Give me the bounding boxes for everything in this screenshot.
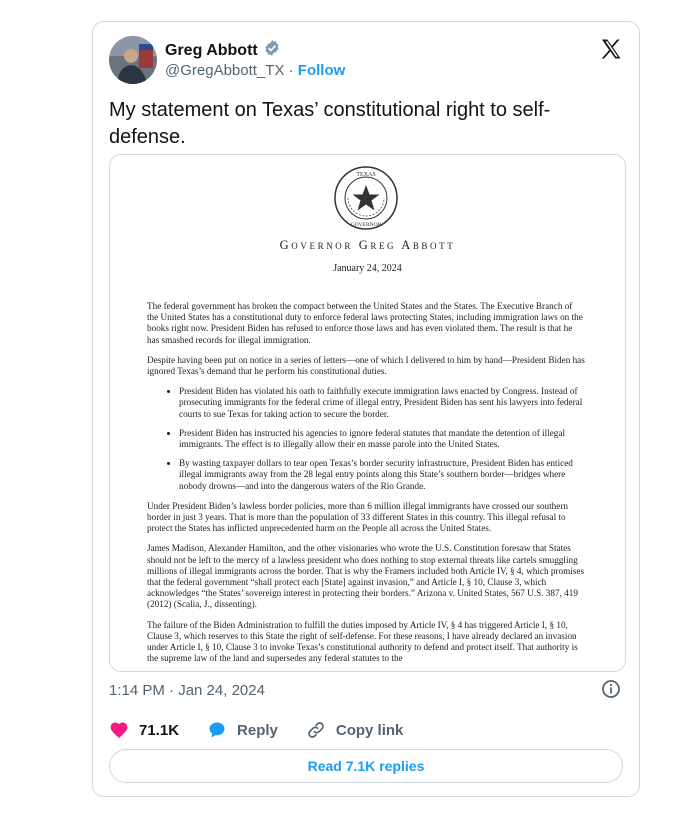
texas-seal-logo: TEXAS GOVERNOR xyxy=(333,165,399,236)
reply-label: Reply xyxy=(237,721,278,739)
doc-paragraph: Despite having been put on notice in a s… xyxy=(147,354,585,377)
heart-icon xyxy=(110,722,128,738)
info-icon[interactable] xyxy=(601,679,621,704)
follow-button[interactable]: Follow xyxy=(298,62,346,79)
author-name[interactable]: Greg Abbott xyxy=(165,39,281,62)
statement-image[interactable]: TEXAS GOVERNOR Governor Greg Abbott Janu… xyxy=(109,154,626,672)
doc-paragraph: Under President Biden’s lawless border p… xyxy=(147,500,569,534)
x-logo-icon[interactable] xyxy=(599,37,623,66)
doc-bullet: President Biden has instructed his agenc… xyxy=(179,428,585,450)
document-body: The federal government has broken the co… xyxy=(147,301,585,671)
read-replies-button[interactable]: Read 7.1K replies xyxy=(109,749,623,783)
separator: · xyxy=(288,62,294,79)
action-bar: 71.1K Reply Copy link xyxy=(109,720,431,740)
author-name-text[interactable]: Greg Abbott xyxy=(165,42,258,60)
reply-button[interactable]: Reply xyxy=(207,720,278,740)
like-count: 71.1K xyxy=(139,721,180,739)
copy-link-button[interactable]: Copy link xyxy=(306,720,404,740)
author-handle[interactable]: @GregAbbott_TX xyxy=(165,62,284,79)
doc-paragraph: The federal government has broken the co… xyxy=(147,301,583,345)
handle-row: @GregAbbott_TX · Follow xyxy=(165,62,345,79)
tweet-text: My statement on Texas’ constitutional ri… xyxy=(109,99,551,148)
avatar[interactable] xyxy=(109,36,157,84)
reply-bubble-icon xyxy=(209,722,225,738)
svg-text:TEXAS: TEXAS xyxy=(356,172,375,178)
doc-bullet: President Biden has violated his oath to… xyxy=(179,386,585,420)
link-icon xyxy=(308,722,324,738)
doc-paragraph: James Madison, Alexander Hamilton, and t… xyxy=(147,543,585,610)
timestamp[interactable]: 1:14 PM · Jan 24, 2024 xyxy=(109,682,265,699)
document-date: January 24, 2024 xyxy=(333,263,402,274)
copy-link-label: Copy link xyxy=(335,721,404,739)
verified-badge-icon xyxy=(263,39,281,62)
tweet-card: Greg Abbott @GregAbbott_TX · Follow My s… xyxy=(92,21,640,797)
doc-bullet: By wasting taxpayer dollars to tear open… xyxy=(179,458,585,492)
doc-bullet-list: President Biden has violated his oath to… xyxy=(147,386,585,492)
like-button[interactable]: 71.1K xyxy=(109,720,179,740)
document-header: Governor Greg Abbott xyxy=(279,238,456,252)
svg-text:GOVERNOR: GOVERNOR xyxy=(351,222,382,228)
doc-paragraph: The failure of the Biden Administration … xyxy=(147,619,578,664)
